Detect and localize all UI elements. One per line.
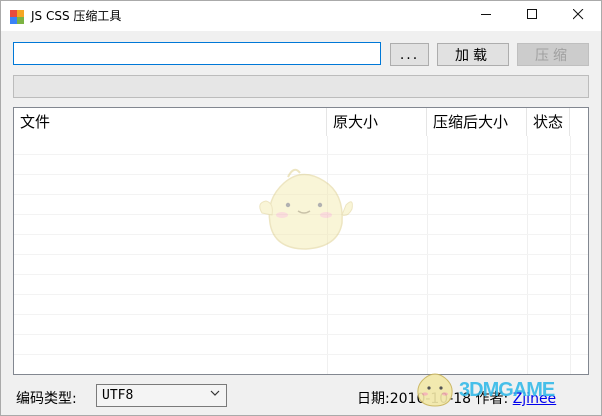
grid-line bbox=[14, 354, 588, 355]
encoding-value: UTF8 bbox=[102, 388, 134, 403]
title-bar: JS CSS 压缩工具 bbox=[1, 1, 601, 31]
chevron-down-icon bbox=[210, 388, 220, 401]
grid-line bbox=[14, 334, 588, 335]
site-watermark-mascot bbox=[413, 368, 457, 412]
encoding-label: 编码类型: bbox=[16, 391, 77, 407]
maximize-button[interactable] bbox=[509, 1, 555, 31]
main-window: JS CSS 压缩工具 ... 加载 压缩 文件 原大小 压缩后大小 状态 编码… bbox=[0, 0, 602, 416]
minimize-icon bbox=[480, 9, 492, 24]
minimize-button[interactable] bbox=[463, 1, 509, 31]
column-header-file[interactable]: 文件 bbox=[14, 108, 327, 136]
progress-bar bbox=[13, 75, 589, 98]
grid-line bbox=[427, 136, 428, 374]
browse-button[interactable]: ... bbox=[390, 43, 429, 66]
list-header: 文件 原大小 压缩后大小 状态 bbox=[14, 108, 588, 136]
compress-button[interactable]: 压缩 bbox=[517, 43, 589, 66]
close-button[interactable] bbox=[555, 1, 601, 31]
grid-line bbox=[527, 136, 528, 374]
encoding-select[interactable]: UTF8 bbox=[96, 384, 227, 407]
mascot-watermark bbox=[254, 163, 354, 257]
file-path-input[interactable] bbox=[13, 42, 381, 65]
grid-line bbox=[14, 294, 588, 295]
load-button[interactable]: 加载 bbox=[437, 43, 509, 66]
column-header-original-size[interactable]: 原大小 bbox=[327, 108, 427, 136]
app-icon bbox=[10, 9, 24, 24]
close-icon bbox=[572, 8, 584, 24]
maximize-icon bbox=[526, 8, 538, 24]
grid-line bbox=[14, 274, 588, 275]
window-title: JS CSS 压缩工具 bbox=[31, 9, 122, 23]
site-watermark-text: 3DMGAME bbox=[459, 379, 555, 401]
grid-line bbox=[14, 314, 588, 315]
file-list[interactable]: 文件 原大小 压缩后大小 状态 bbox=[13, 107, 589, 375]
grid-line bbox=[570, 136, 571, 374]
grid-line bbox=[14, 154, 588, 155]
column-header-status[interactable]: 状态 bbox=[527, 108, 570, 136]
column-header-compressed-size[interactable]: 压缩后大小 bbox=[427, 108, 527, 136]
